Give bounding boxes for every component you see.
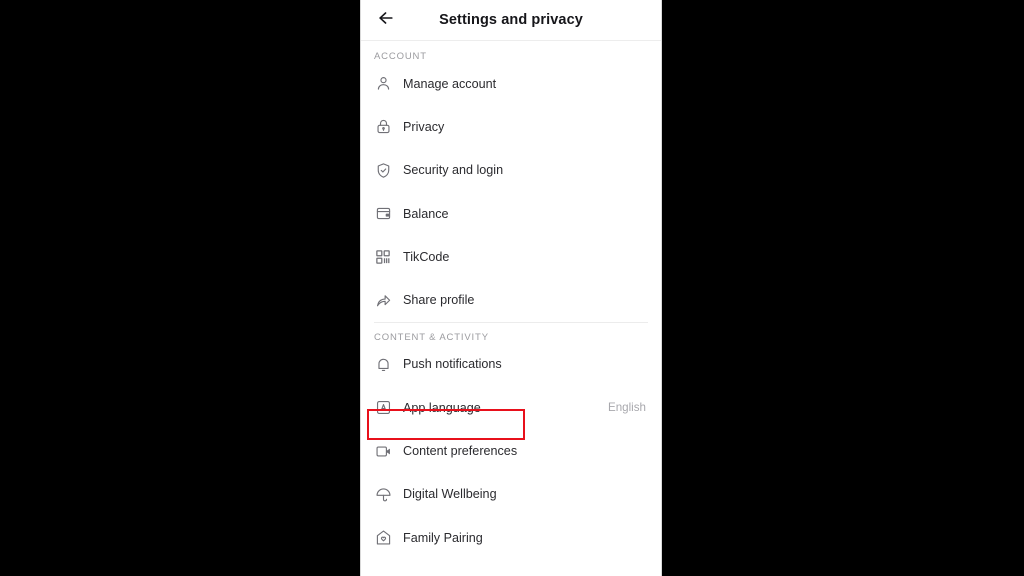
sidebar-item-label: Content preferences — [403, 444, 518, 459]
back-button[interactable] — [373, 7, 399, 33]
bell-icon — [374, 355, 392, 373]
sidebar-item-content-preferences[interactable]: Content preferences — [361, 429, 661, 472]
page-title: Settings and privacy — [439, 12, 583, 28]
letter-a-icon — [374, 399, 392, 417]
app-header: Settings and privacy — [361, 0, 661, 41]
lock-icon — [374, 118, 392, 136]
sidebar-item-privacy[interactable]: Privacy — [361, 105, 661, 148]
sidebar-item-digital-wellbeing[interactable]: Digital Wellbeing — [361, 473, 661, 516]
sidebar-item-label: Digital Wellbeing — [403, 487, 497, 502]
sidebar-item-app-language[interactable]: App language English — [361, 386, 661, 429]
app-language-value: English — [607, 401, 646, 415]
sidebar-item-label: App language — [403, 400, 481, 415]
section-header-content-activity: CONTENT & ACTIVITY — [374, 331, 489, 343]
sidebar-item-security-and-login[interactable]: Security and login — [361, 149, 661, 192]
sidebar-item-label: Privacy — [403, 119, 445, 134]
content-activity-rows: Push notifications App language English — [361, 343, 661, 559]
sidebar-item-tikcode[interactable]: TikCode — [361, 235, 661, 278]
video-camera-icon — [374, 442, 392, 460]
sidebar-item-label: Manage account — [403, 76, 497, 91]
qr-code-icon — [374, 248, 392, 266]
wallet-icon — [374, 205, 392, 223]
sidebar-item-manage-account[interactable]: Manage account — [361, 62, 661, 105]
section-header-account: ACCOUNT — [374, 51, 427, 62]
person-icon — [374, 75, 392, 93]
sidebar-item-label: Family Pairing — [403, 530, 483, 545]
account-rows: Manage account Privacy Security and logi… — [361, 62, 661, 322]
sidebar-item-label: Balance — [403, 206, 449, 221]
sidebar-item-label: TikCode — [403, 249, 450, 264]
settings-panel: Settings and privacy ACCOUNT Manage acco… — [360, 0, 662, 576]
section-divider — [374, 321, 648, 323]
house-heart-icon — [374, 529, 392, 547]
sidebar-item-push-notifications[interactable]: Push notifications — [361, 343, 661, 386]
sidebar-item-family-pairing[interactable]: Family Pairing — [361, 516, 661, 559]
shield-check-icon — [374, 161, 392, 179]
screen-canvas: Settings and privacy ACCOUNT Manage acco… — [0, 0, 1024, 576]
sidebar-item-share-profile[interactable]: Share profile — [361, 278, 661, 321]
sidebar-item-label: Share profile — [403, 293, 475, 308]
umbrella-icon — [374, 485, 392, 503]
sidebar-item-label: Security and login — [403, 163, 504, 178]
share-arrow-icon — [374, 291, 392, 309]
sidebar-item-label: Push notifications — [403, 357, 502, 372]
arrow-left-icon — [376, 8, 396, 33]
sidebar-item-balance[interactable]: Balance — [361, 192, 661, 235]
